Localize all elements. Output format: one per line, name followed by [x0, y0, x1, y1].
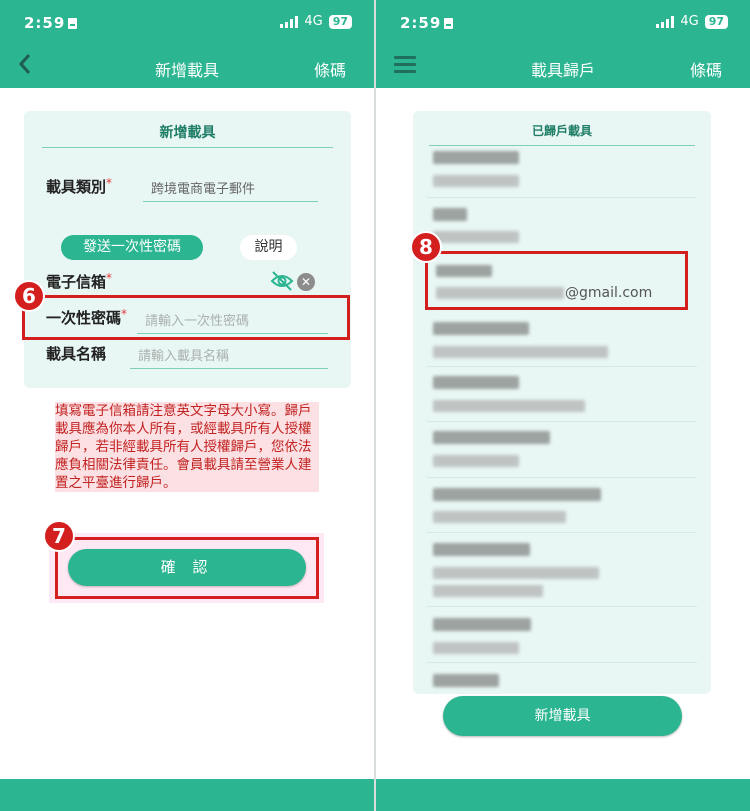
otp-highlight-box: [22, 295, 350, 340]
list-divider: [429, 145, 695, 146]
carrier-name-label: 載具名稱: [46, 345, 107, 363]
barcode-link[interactable]: 條碼: [690, 57, 722, 81]
sim-icon: [68, 18, 78, 29]
status-bar: 2:59 4G 97: [376, 0, 750, 45]
card-title: 新增載具: [159, 125, 216, 141]
bottom-bar: [376, 779, 750, 811]
warning-text: 填寫電子信箱請注意英文字母大小寫。歸戶載具應為你本人所有，或經載具所有人授權歸戶…: [55, 402, 319, 492]
battery-indicator: 97: [328, 14, 352, 29]
network-type: 4G: [680, 14, 699, 29]
send-otp-button[interactable]: 發送一次性密碼: [61, 235, 203, 260]
list-title: 已歸戶載具: [531, 124, 592, 138]
app-header: 載具歸戶 條碼: [376, 45, 750, 88]
sim-icon: [444, 18, 454, 29]
carrier-name-input[interactable]: 請輸入載具名稱: [130, 345, 328, 369]
signal-icon: [656, 15, 675, 28]
carrier-type-select[interactable]: 跨境電商電子郵件: [143, 178, 318, 202]
status-time: 2:59: [24, 14, 78, 32]
battery-indicator: 97: [704, 14, 728, 29]
signal-icon: [280, 15, 299, 28]
eye-off-icon[interactable]: [270, 270, 294, 296]
step-badge-7: 7: [43, 520, 75, 552]
email-label: 電子信箱*: [46, 271, 113, 291]
carrier-type-label: 載具類別*: [46, 176, 113, 196]
clear-icon[interactable]: ✕: [297, 273, 315, 291]
card-divider: [42, 147, 333, 148]
bottom-bar: [0, 779, 374, 811]
step-badge-8: 8: [410, 231, 442, 263]
screen-divider: [374, 0, 376, 811]
status-time: 2:59: [400, 14, 454, 32]
network-type: 4G: [304, 14, 323, 29]
step-badge-6: 6: [13, 280, 45, 312]
email-highlight-box: [425, 251, 688, 310]
confirm-highlight-box: [55, 537, 319, 599]
barcode-link[interactable]: 條碼: [314, 57, 346, 81]
status-bar: 2:59 4G 97: [0, 0, 374, 45]
explain-button[interactable]: 說明: [240, 235, 297, 260]
add-carrier-button[interactable]: 新增載具: [443, 696, 682, 736]
app-header: 新增載具 條碼: [0, 45, 374, 88]
